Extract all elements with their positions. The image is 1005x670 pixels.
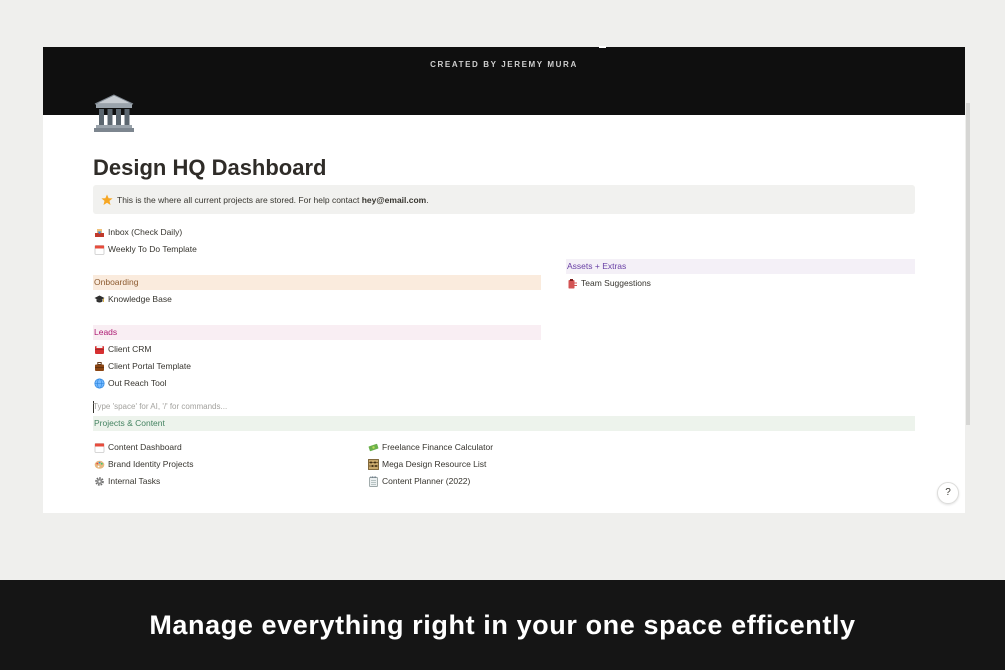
- classical-building-icon[interactable]: [93, 93, 135, 133]
- page-link-internal-tasks[interactable]: Internal Tasks: [94, 475, 160, 488]
- card-index-box-icon: [94, 344, 105, 355]
- briefcase-icon: [94, 361, 105, 372]
- star-icon: [101, 193, 113, 205]
- page-link-inbox[interactable]: Inbox (Check Daily): [94, 226, 182, 239]
- calendar-icon: [94, 442, 105, 454]
- link-label: Team Suggestions: [581, 278, 651, 288]
- section-heading-projects-content[interactable]: Projects & Content: [93, 416, 915, 431]
- section-heading-leads[interactable]: Leads: [93, 325, 541, 340]
- inbox-tray-icon: [94, 227, 105, 238]
- gear-icon: [94, 476, 105, 487]
- callout-block[interactable]: This is the where all current projects a…: [93, 185, 915, 214]
- page-link-freelance-finance-calculator[interactable]: Freelance Finance Calculator: [368, 441, 493, 454]
- link-label: Client CRM: [108, 344, 152, 354]
- calendar-icon: [94, 244, 105, 256]
- page-link-client-portal-template[interactable]: Client Portal Template: [94, 360, 191, 373]
- section-heading-assets-extras[interactable]: Assets + Extras: [566, 259, 915, 274]
- callout-email[interactable]: hey@email.com: [362, 195, 427, 205]
- callout-suffix: .: [426, 195, 429, 205]
- link-label: Client Portal Template: [108, 361, 191, 371]
- link-label: Internal Tasks: [108, 476, 161, 486]
- link-label: Inbox (Check Daily): [108, 227, 183, 237]
- link-label: Out Reach Tool: [108, 378, 167, 388]
- abacus-icon: [368, 459, 379, 471]
- page-link-client-crm[interactable]: Client CRM: [94, 343, 151, 356]
- link-label: Brand Identity Projects: [108, 459, 194, 469]
- palette-icon: [94, 459, 105, 470]
- page-link-brand-identity-projects[interactable]: Brand Identity Projects: [94, 458, 194, 471]
- money-icon: [368, 442, 379, 453]
- link-label: Knowledge Base: [108, 294, 172, 304]
- spiral-notepad-icon: [368, 476, 379, 488]
- footer-tagline: Manage everything right in your one spac…: [149, 610, 856, 640]
- callout-body: This is the where all current projects a…: [117, 195, 362, 205]
- callout-text: This is the where all current projects a…: [117, 195, 429, 205]
- link-label: Content Planner (2022): [382, 476, 471, 486]
- page-link-mega-design-resource-list[interactable]: Mega Design Resource List: [368, 458, 486, 471]
- link-label: Freelance Finance Calculator: [382, 442, 494, 452]
- page-link-knowledge-base[interactable]: Knowledge Base: [94, 293, 172, 306]
- cover-text: CREATED BY JEREMY MURA: [430, 60, 578, 69]
- scrollbar[interactable]: [966, 103, 970, 425]
- link-label: Weekly To Do Template: [108, 244, 197, 254]
- page-title[interactable]: Design HQ Dashboard: [93, 155, 326, 181]
- page-link-content-planner-2022[interactable]: Content Planner (2022): [368, 475, 470, 488]
- globe-icon: [94, 378, 105, 389]
- notion-page: CREATED BY JEREMY MURA Design HQ Dashboa…: [43, 47, 965, 513]
- editor-placeholder[interactable]: Type 'space' for AI, '/' for commands...: [93, 402, 227, 411]
- clipboard-icon: [567, 278, 578, 289]
- page-link-out-reach-tool[interactable]: Out Reach Tool: [94, 377, 166, 390]
- graduation-cap-icon: [94, 294, 105, 305]
- page-link-content-dashboard[interactable]: Content Dashboard: [94, 441, 182, 454]
- help-button[interactable]: ?: [937, 482, 959, 504]
- page-link-team-suggestions[interactable]: Team Suggestions: [567, 277, 651, 290]
- section-heading-onboarding[interactable]: Onboarding: [93, 275, 541, 290]
- link-label: Mega Design Resource List: [382, 459, 487, 469]
- footer-banner: Manage everything right in your one spac…: [0, 580, 1005, 670]
- page-cover[interactable]: CREATED BY JEREMY MURA: [43, 47, 965, 115]
- window-edge-mark: [599, 46, 606, 48]
- link-label: Content Dashboard: [108, 442, 182, 452]
- page-link-weekly-todo[interactable]: Weekly To Do Template: [94, 243, 197, 256]
